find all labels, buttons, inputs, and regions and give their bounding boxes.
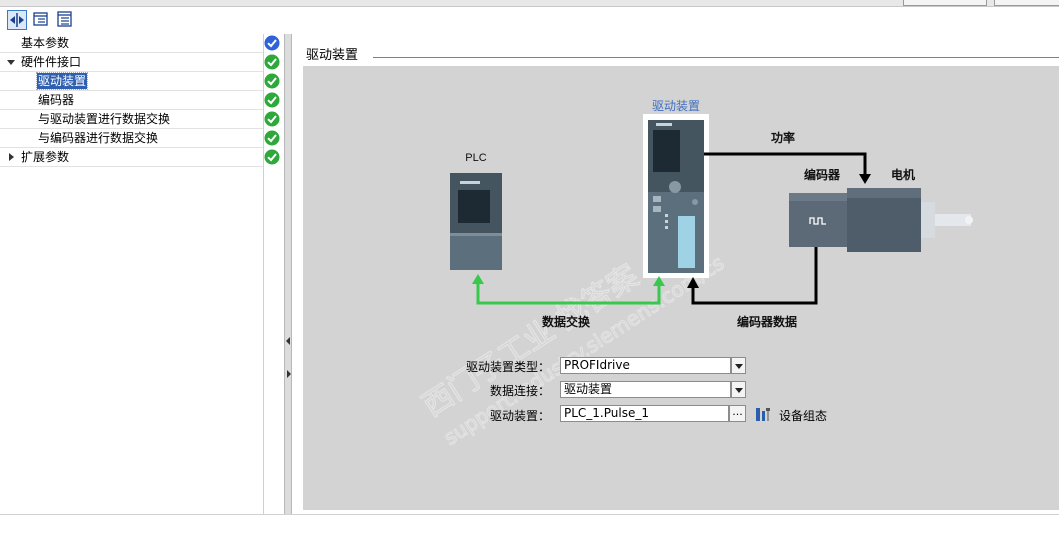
motor-device[interactable] bbox=[847, 188, 973, 252]
ok-check-icon bbox=[264, 130, 280, 146]
drive-type-select[interactable]: PROFIdrive bbox=[560, 357, 731, 374]
drive-type-label: 驱动装置类型： bbox=[465, 360, 550, 374]
tree-item-encoder-data-exchange[interactable]: 与编码器进行数据交换 bbox=[0, 129, 263, 148]
tab-stub-right[interactable] bbox=[994, 0, 1059, 6]
encoder-label: 编码器 bbox=[803, 167, 841, 182]
tree-toolbar bbox=[0, 7, 292, 34]
expand-right-icon[interactable] bbox=[287, 370, 291, 378]
data-connection-label: 数据连接： bbox=[489, 384, 550, 398]
plc-label: PLC bbox=[465, 152, 486, 164]
drive-title: 驱动装置 bbox=[652, 99, 700, 113]
device-config-icon[interactable] bbox=[754, 405, 772, 423]
expand-all-button[interactable] bbox=[32, 10, 52, 30]
tree-item-label: 扩展参数 bbox=[21, 150, 70, 164]
tree-item-encoder[interactable]: 编码器 bbox=[0, 91, 263, 110]
tree-item-label: 硬件件接口 bbox=[21, 55, 82, 69]
panel-splitter[interactable] bbox=[284, 34, 292, 514]
tree-item-hardware-interface[interactable]: 硬件件接口 bbox=[0, 53, 263, 72]
tree-item-label: 与编码器进行数据交换 bbox=[38, 131, 159, 145]
encoder-data-label: 编码器数据 bbox=[736, 314, 797, 329]
tree-item-label: 基本参数 bbox=[21, 36, 70, 50]
drive-type-dropdown-button[interactable] bbox=[731, 357, 746, 374]
tree-item-basic-params[interactable]: 基本参数 bbox=[0, 34, 263, 53]
section-title: 驱动装置 bbox=[306, 48, 359, 63]
drive-diagram-canvas: 西门子工业 找答案 support.industry.siemens.com/c… bbox=[303, 66, 1059, 510]
drive-label: 驱动装置： bbox=[489, 409, 550, 423]
toggle-view-button[interactable] bbox=[7, 10, 27, 30]
tree-item-extended-params[interactable]: 扩展参数 bbox=[0, 148, 263, 167]
ok-check-icon bbox=[264, 92, 280, 108]
encoder-device[interactable] bbox=[789, 193, 847, 247]
drive-browse-button[interactable]: ... bbox=[729, 405, 746, 422]
drive-device[interactable] bbox=[643, 114, 709, 278]
ok-check-icon bbox=[264, 73, 280, 89]
drive-input[interactable]: PLC_1.Pulse_1 bbox=[560, 405, 729, 422]
power-line bbox=[704, 152, 867, 180]
expanded-arrow-icon[interactable] bbox=[7, 60, 15, 65]
drive-diagram: 西门子工业 找答案 support.industry.siemens.com/c… bbox=[416, 99, 973, 450]
ok-check-icon bbox=[264, 149, 280, 165]
data-exchange-label: 数据交换 bbox=[542, 314, 591, 329]
expand-tree-icon bbox=[33, 12, 48, 26]
tree-item-label: 编码器 bbox=[38, 93, 75, 107]
split-arrows-icon bbox=[10, 13, 24, 27]
tab-stub-left[interactable] bbox=[903, 0, 987, 6]
tree-item-label: 驱动装置 bbox=[35, 72, 89, 90]
device-config-link[interactable]: 设备组态 bbox=[779, 407, 827, 424]
collapse-left-icon[interactable] bbox=[286, 337, 290, 345]
power-label: 功率 bbox=[771, 130, 795, 145]
section-divider bbox=[373, 57, 1059, 58]
data-connection-select[interactable]: 驱动装置 bbox=[560, 381, 731, 398]
ok-check-icon bbox=[264, 111, 280, 127]
info-check-icon bbox=[264, 35, 280, 51]
tree-item-drive-data-exchange[interactable]: 与驱动装置进行数据交换 bbox=[0, 110, 263, 129]
collapsed-arrow-icon[interactable] bbox=[9, 153, 14, 161]
bottom-border bbox=[0, 514, 1059, 515]
tree-item-drive[interactable]: 驱动装置 bbox=[0, 72, 263, 91]
collapse-tree-icon bbox=[57, 11, 72, 27]
ok-check-icon bbox=[264, 54, 280, 70]
collapse-all-button[interactable] bbox=[56, 10, 76, 30]
motor-label: 电机 bbox=[891, 167, 915, 182]
data-connection-dropdown-button[interactable] bbox=[731, 381, 746, 398]
plc-device[interactable] bbox=[450, 173, 502, 270]
tree-item-label: 与驱动装置进行数据交换 bbox=[38, 112, 171, 126]
top-strip bbox=[0, 0, 1059, 7]
